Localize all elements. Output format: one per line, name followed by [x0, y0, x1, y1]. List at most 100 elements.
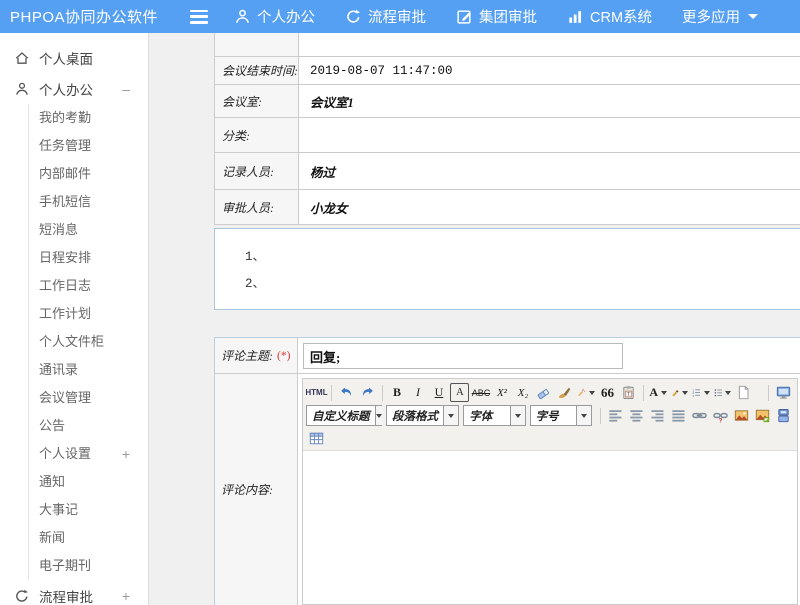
nav-personal-office[interactable]: 个人办公: [234, 6, 315, 27]
remove-format-button[interactable]: [534, 383, 553, 402]
new-page-button[interactable]: [734, 383, 753, 402]
nav-group-approval[interactable]: 集团审批: [456, 6, 537, 27]
sidebar-item-公告[interactable]: 公告: [29, 412, 148, 440]
align-left-button[interactable]: [606, 406, 625, 425]
sidebar-item-电子期刊[interactable]: 电子期刊: [29, 552, 148, 580]
field-label: 记录人员:: [215, 153, 299, 189]
caret-down-icon: [589, 391, 595, 395]
blockquote-button[interactable]: 66: [598, 383, 617, 402]
sidebar-section-label: 个人桌面: [39, 48, 93, 68]
bold-button[interactable]: B: [387, 383, 406, 402]
top-nav: 个人办公 流程审批 集团审批 CRM系统 更多应用: [234, 6, 788, 27]
sidebar-item-流程审批[interactable]: 流程审批+: [0, 580, 148, 605]
toolbar-separator: [600, 408, 601, 424]
sidebar-item-手机短信[interactable]: 手机短信: [29, 188, 148, 216]
align-center-button[interactable]: [627, 406, 646, 425]
sidebar-item-通讯录[interactable]: 通讯录: [29, 356, 148, 384]
sidebar-item-日程安排[interactable]: 日程安排: [29, 244, 148, 272]
comment-content-row: 评论内容: HTMLBIUAABCX²X₂66TA123 自定义标题段落格式字体…: [215, 374, 800, 605]
rich-text-editor: HTMLBIUAABCX²X₂66TA123 自定义标题段落格式字体字号?: [302, 378, 798, 605]
ordered-list-button[interactable]: 123: [691, 383, 711, 402]
table-button[interactable]: [307, 429, 326, 448]
underline-button[interactable]: U: [429, 383, 448, 402]
strikethrough-button[interactable]: ABC: [471, 383, 490, 402]
select-label: 字号: [531, 408, 564, 424]
unlink-button[interactable]: ?: [711, 406, 730, 425]
sidebar-item-内部邮件[interactable]: 内部邮件: [29, 160, 148, 188]
media-button[interactable]: [774, 406, 793, 425]
screenshot-button[interactable]: [753, 406, 772, 425]
editor-toolbar: HTMLBIUAABCX²X₂66TA123 自定义标题段落格式字体字号?: [303, 379, 797, 450]
field-value: 小龙女: [299, 190, 800, 224]
person-icon: [14, 81, 30, 97]
subscript-button[interactable]: X₂: [513, 383, 532, 402]
source-code-button[interactable]: HTML: [307, 383, 326, 402]
italic-button[interactable]: I: [408, 383, 427, 402]
fullscreen-button[interactable]: [774, 383, 793, 402]
sidebar-item-个人办公[interactable]: 个人办公 –: [0, 73, 148, 104]
caret-down-icon[interactable]: [576, 406, 591, 425]
align-justify-button[interactable]: [669, 406, 688, 425]
sidebar-item-个人文件柜[interactable]: 个人文件柜: [29, 328, 148, 356]
svg-text:3: 3: [693, 394, 695, 398]
quick-format-button[interactable]: [576, 383, 596, 402]
caret-down-icon[interactable]: [443, 406, 458, 425]
paragraph-format-select[interactable]: 段落格式: [386, 405, 459, 426]
field-value: 2019-08-07 11:47:00: [299, 57, 800, 84]
sidebar-item-短消息[interactable]: 短消息: [29, 216, 148, 244]
heading-select[interactable]: 自定义标题: [306, 405, 382, 426]
cycle-icon: [14, 588, 30, 604]
home-icon: [14, 50, 30, 66]
comment-subject-input[interactable]: [303, 343, 623, 369]
select-label: 字体: [464, 408, 497, 424]
sidebar-item-工作计划[interactable]: 工作计划: [29, 300, 148, 328]
nav-crm-system[interactable]: CRM系统: [567, 6, 652, 27]
align-right-button[interactable]: [648, 406, 667, 425]
unordered-list-button[interactable]: [713, 383, 733, 402]
nav-more-apps[interactable]: 更多应用: [682, 6, 758, 27]
sidebar-item-新闻[interactable]: 新闻: [29, 524, 148, 552]
comment-subject-label: 评论主题:: [221, 347, 273, 364]
redo-button[interactable]: [358, 383, 377, 402]
caret-down-icon[interactable]: [375, 406, 382, 425]
font-family-select[interactable]: 字体: [463, 405, 525, 426]
field-value: 杨过: [299, 153, 800, 189]
sidebar-item-会议管理[interactable]: 会议管理: [29, 384, 148, 412]
field-label: 审批人员:: [215, 190, 299, 224]
field-value: 会议室1: [299, 85, 800, 117]
superscript-button[interactable]: X²: [492, 383, 511, 402]
meeting-detail-table: 会议结束时间:2019-08-07 11:47:00会议室:会议室1分类:记录人…: [214, 33, 800, 225]
main-content: 会议结束时间:2019-08-07 11:47:00会议室:会议室1分类:记录人…: [150, 33, 800, 605]
caret-down-icon: [725, 391, 731, 395]
sidebar-item-任务管理[interactable]: 任务管理: [29, 132, 148, 160]
image-button[interactable]: [732, 406, 751, 425]
format-brush-button[interactable]: [555, 383, 574, 402]
minutes-line: 1、: [245, 244, 800, 271]
font-color-button[interactable]: A: [649, 383, 668, 402]
collapse-icon[interactable]: –: [122, 81, 130, 97]
svg-text:?: ?: [719, 417, 723, 423]
highlight-button[interactable]: [670, 383, 690, 402]
font-size-select[interactable]: 字号: [530, 405, 592, 426]
caret-down-icon[interactable]: [510, 406, 525, 425]
sidebar-section-label: 个人办公: [39, 79, 93, 99]
nav-workflow-approval[interactable]: 流程审批: [345, 6, 426, 27]
sidebar-item-大事记[interactable]: 大事记: [29, 496, 148, 524]
sidebar-item-个人桌面[interactable]: 个人桌面: [0, 42, 148, 73]
table-row: 分类:: [215, 118, 800, 153]
expand-icon[interactable]: +: [122, 440, 130, 468]
undo-button[interactable]: [337, 383, 356, 402]
editor-content-area[interactable]: [303, 450, 797, 604]
toolbar-separator: [382, 385, 383, 401]
menu-toggle-icon[interactable]: [190, 10, 208, 24]
paste-button[interactable]: T: [619, 383, 638, 402]
sidebar-item-我的考勤[interactable]: 我的考勤: [29, 104, 148, 132]
expand-icon[interactable]: +: [122, 588, 130, 604]
sidebar-item-个人设置[interactable]: 个人设置+: [29, 440, 148, 468]
font-style-button[interactable]: A: [450, 383, 469, 402]
meeting-minutes-box: 1、 2、: [214, 228, 800, 310]
link-button[interactable]: [690, 406, 709, 425]
topbar: PHPOA协同办公软件 个人办公 流程审批 集团审批 CRM系统 更多应用: [0, 0, 800, 33]
sidebar-item-工作日志[interactable]: 工作日志: [29, 272, 148, 300]
sidebar-item-通知[interactable]: 通知: [29, 468, 148, 496]
